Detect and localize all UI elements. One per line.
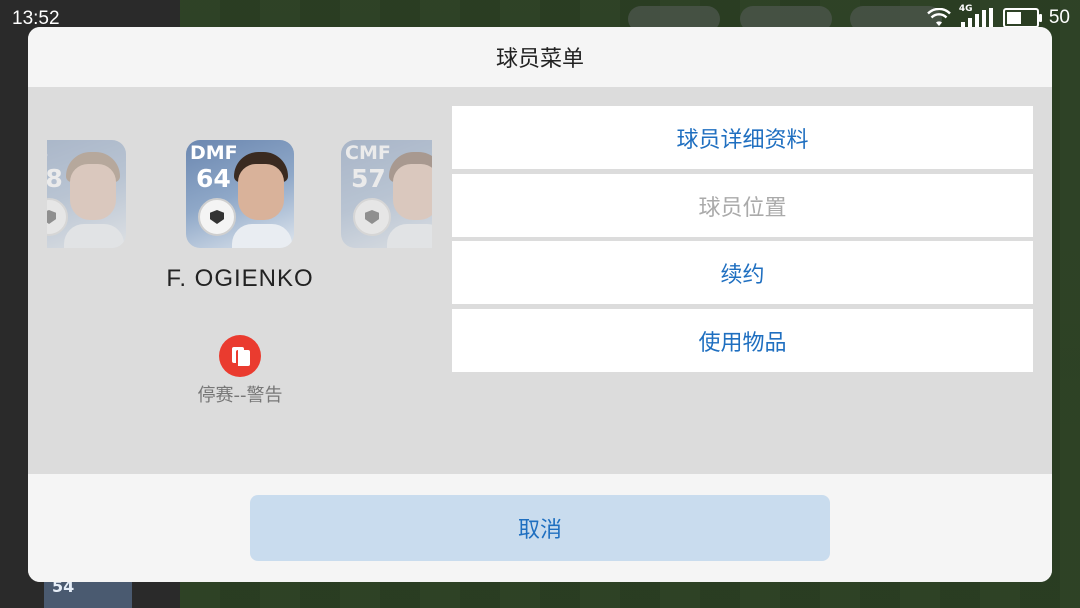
cancel-button[interactable]: 取消 <box>250 495 830 561</box>
next-player-rating: 57 <box>351 164 386 193</box>
player-menu-dialog: 球员菜单 LB 58 DMF 64 CMF 57 F. OGIENKO 停赛--… <box>28 27 1052 582</box>
menu-item-label: 球员详细资料 <box>676 127 809 153</box>
player-position: DMF <box>190 142 238 164</box>
menu-item-label: 球员位置 <box>698 195 787 221</box>
suspension-status: 停赛--警告 <box>197 385 283 406</box>
battery-icon <box>1002 8 1042 28</box>
menu-item-player-details[interactable]: 球员详细资料 <box>452 106 1033 169</box>
menu-item-renew-contract[interactable]: 续约 <box>452 241 1033 304</box>
battery-percent: 50 <box>1048 7 1070 28</box>
menu-item-label: 使用物品 <box>698 330 787 356</box>
next-player-position: CMF <box>345 142 391 164</box>
carousel-edge-mask <box>432 127 452 267</box>
club-badge-icon <box>353 198 391 236</box>
dialog-title: 球员菜单 <box>495 47 584 72</box>
dialog-header: 球员菜单 <box>28 27 1052 87</box>
menu-item-use-items[interactable]: 使用物品 <box>452 309 1033 372</box>
yellow-card-warning-icon <box>219 335 261 377</box>
carousel-edge-mask <box>28 127 47 267</box>
menu-item-player-position[interactable]: 球员位置 <box>452 174 1033 237</box>
menu-item-label: 续约 <box>720 262 765 288</box>
player-rating: 64 <box>196 164 231 193</box>
club-badge-icon <box>198 198 236 236</box>
dialog-footer: 取消 <box>28 474 1052 582</box>
status-icons: 4G 50 <box>927 4 1070 29</box>
wifi-icon <box>927 7 951 28</box>
current-player-card[interactable]: DMF 64 <box>186 140 294 248</box>
network-type: 4G <box>958 4 973 14</box>
cellular-signal-icon: 4G <box>959 4 993 28</box>
player-name: F. OGIENKO <box>166 265 314 292</box>
cancel-label: 取消 <box>517 518 562 543</box>
